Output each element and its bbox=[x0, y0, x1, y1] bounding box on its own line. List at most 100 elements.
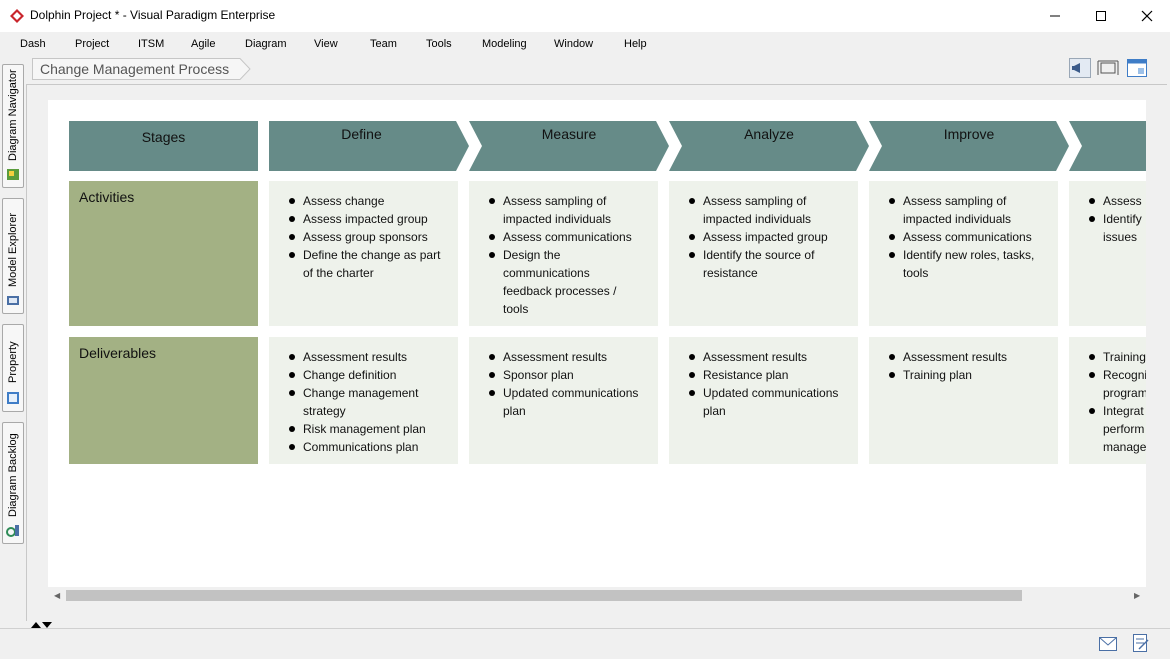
fit-diagram-button[interactable] bbox=[1097, 58, 1119, 78]
row-label-activities[interactable]: Activities bbox=[69, 181, 258, 326]
list-item: Risk management plan bbox=[289, 420, 426, 438]
list-item: Assessment results bbox=[889, 348, 1007, 366]
cell-activities-analyze[interactable]: Assess sampling of impacted individuals As… bbox=[669, 181, 858, 326]
cell-activities-measure[interactable]: Assess sampling of impacted individuals As… bbox=[469, 181, 658, 326]
cell-deliverables-improve[interactable]: Assessment results Training plan bbox=[869, 337, 1058, 464]
tab-property-label: Property bbox=[7, 341, 19, 383]
cell-deliverables-analyze[interactable]: Assessment results Resistance plan Updated… bbox=[669, 337, 858, 464]
menu-window[interactable]: Window bbox=[554, 38, 593, 50]
list-item: Assessment results bbox=[289, 348, 426, 366]
diagram-backlog-icon bbox=[6, 525, 19, 537]
menu-view[interactable]: View bbox=[314, 38, 338, 50]
diagram-panel-button[interactable] bbox=[1126, 58, 1148, 78]
list-item: Assess communications bbox=[889, 228, 1034, 246]
list-item: Assess impacted group bbox=[689, 228, 828, 246]
menu-dash[interactable]: Dash bbox=[20, 38, 46, 50]
list-item: Recogni program bbox=[1089, 366, 1146, 402]
bullet-list: Assessment results Resistance plan Updated… bbox=[689, 348, 838, 420]
cell-deliverables-define[interactable]: Assessment results Change definition Chang… bbox=[269, 337, 458, 464]
menu-modeling[interactable]: Modeling bbox=[482, 38, 527, 50]
diagram-panel-icon bbox=[1127, 59, 1147, 77]
scrollbar-thumb[interactable] bbox=[66, 590, 1022, 601]
scroll-left-icon[interactable]: ◀ bbox=[54, 591, 60, 600]
announcement-icon bbox=[1069, 58, 1091, 78]
tab-diagram-backlog[interactable]: Diagram Backlog bbox=[2, 422, 24, 544]
diagram-canvas[interactable]: Stages Define Measure Analyze Improve Ac… bbox=[48, 100, 1146, 587]
stage-measure-label: Measure bbox=[541, 126, 597, 142]
stage-improve-label: Improve bbox=[943, 126, 995, 142]
menu-help[interactable]: Help bbox=[624, 38, 647, 50]
horizontal-scrollbar[interactable]: ◀ ▶ bbox=[48, 587, 1146, 604]
bullet-list: Training Recogni program Integrat perform man… bbox=[1089, 348, 1146, 456]
bullet-list: Assessment results Change definition Chang… bbox=[289, 348, 426, 456]
list-item: Design the communications feedback process… bbox=[489, 246, 632, 318]
bullet-list: Assess sampling of impacted individuals As… bbox=[889, 192, 1034, 282]
breadcrumb-bar: Change Management Process bbox=[26, 56, 1170, 82]
cell-activities-define[interactable]: Assess change Assess impacted group Assess… bbox=[269, 181, 458, 326]
menu-team[interactable]: Team bbox=[370, 38, 397, 50]
list-item: Identify the source of resistance bbox=[689, 246, 828, 282]
title-bar: Dolphin Project * - Visual Paradigm Ente… bbox=[0, 0, 1170, 32]
menu-itsm[interactable]: ITSM bbox=[138, 38, 164, 50]
menu-bar: Dash Project ITSM Agile Diagram View Tea… bbox=[0, 33, 1170, 55]
close-icon bbox=[1141, 10, 1153, 22]
window-title: Dolphin Project * - Visual Paradigm Ente… bbox=[30, 8, 276, 22]
announcement-button[interactable] bbox=[1069, 58, 1091, 78]
list-item: Assess sampling of impacted individuals bbox=[489, 192, 632, 228]
cell-deliverables-control[interactable]: Training Recogni program Integrat perform man… bbox=[1069, 337, 1146, 464]
stage-analyze-label: Analyze bbox=[744, 126, 794, 142]
bullet-list: Assessment results Training plan bbox=[889, 348, 1007, 384]
row-label-deliverables-text: Deliverables bbox=[79, 345, 157, 361]
maximize-button[interactable] bbox=[1078, 0, 1124, 32]
close-button[interactable] bbox=[1124, 0, 1170, 32]
list-item: Identify new roles, tasks, tools bbox=[889, 246, 1034, 282]
tab-diagram-navigator[interactable]: Diagram Navigator bbox=[2, 64, 24, 188]
list-item: Assess sampling of impacted individuals bbox=[689, 192, 828, 228]
list-item: Assess group sponsors bbox=[289, 228, 440, 246]
stage-improve[interactable]: Improve bbox=[869, 121, 1069, 171]
menu-tools[interactable]: Tools bbox=[426, 38, 452, 50]
fit-diagram-icon bbox=[1097, 60, 1119, 75]
list-item: Define the change as part of the charter bbox=[289, 246, 440, 282]
stages-header[interactable]: Stages bbox=[69, 121, 258, 171]
menu-project[interactable]: Project bbox=[75, 38, 109, 50]
list-item: Assess impacted group bbox=[289, 210, 440, 228]
notes-icon[interactable] bbox=[1133, 634, 1149, 652]
list-item: Assessment results bbox=[489, 348, 638, 366]
stage-measure[interactable]: Measure bbox=[469, 121, 669, 171]
stage-analyze[interactable]: Analyze bbox=[669, 121, 869, 171]
stage-define[interactable]: Define bbox=[269, 121, 469, 171]
app-logo-icon bbox=[10, 9, 24, 23]
minimize-icon bbox=[1050, 15, 1060, 17]
list-item: Integrat perform manage bbox=[1089, 402, 1146, 456]
list-item: Sponsor plan bbox=[489, 366, 638, 384]
minimize-button[interactable] bbox=[1032, 0, 1078, 32]
list-item: Change definition bbox=[289, 366, 426, 384]
breadcrumb-label: Change Management Process bbox=[40, 61, 230, 77]
tab-model-explorer[interactable]: Model Explorer bbox=[2, 198, 24, 314]
list-item: Updated communications plan bbox=[489, 384, 638, 420]
stages-header-label: Stages bbox=[141, 129, 186, 145]
cell-activities-control[interactable]: Assess Identify issues bbox=[1069, 181, 1146, 326]
list-item: Change management strategy bbox=[289, 384, 426, 420]
list-item: Updated communications plan bbox=[689, 384, 838, 420]
property-icon bbox=[7, 392, 19, 404]
menu-diagram[interactable]: Diagram bbox=[245, 38, 287, 50]
mail-icon[interactable] bbox=[1099, 637, 1117, 651]
diagram-navigator-icon bbox=[7, 169, 19, 180]
stage-define-label: Define bbox=[341, 126, 382, 142]
row-label-deliverables[interactable]: Deliverables bbox=[69, 337, 258, 464]
tab-property[interactable]: Property bbox=[2, 324, 24, 412]
stage-control[interactable] bbox=[1069, 121, 1146, 171]
cell-deliverables-measure[interactable]: Assessment results Sponsor plan Updated co… bbox=[469, 337, 658, 464]
model-explorer-icon bbox=[7, 296, 19, 305]
side-panel-strip: Diagram Navigator Model Explorer Propert… bbox=[0, 56, 26, 641]
scroll-right-icon[interactable]: ▶ bbox=[1134, 591, 1140, 600]
menu-agile[interactable]: Agile bbox=[191, 38, 215, 50]
tab-diagram-backlog-label: Diagram Backlog bbox=[7, 433, 19, 517]
list-item: Communications plan bbox=[289, 438, 426, 456]
bullet-list: Assess sampling of impacted individuals As… bbox=[689, 192, 828, 282]
list-item: Resistance plan bbox=[689, 366, 838, 384]
list-item: Assess bbox=[1089, 192, 1142, 210]
cell-activities-improve[interactable]: Assess sampling of impacted individuals As… bbox=[869, 181, 1058, 326]
